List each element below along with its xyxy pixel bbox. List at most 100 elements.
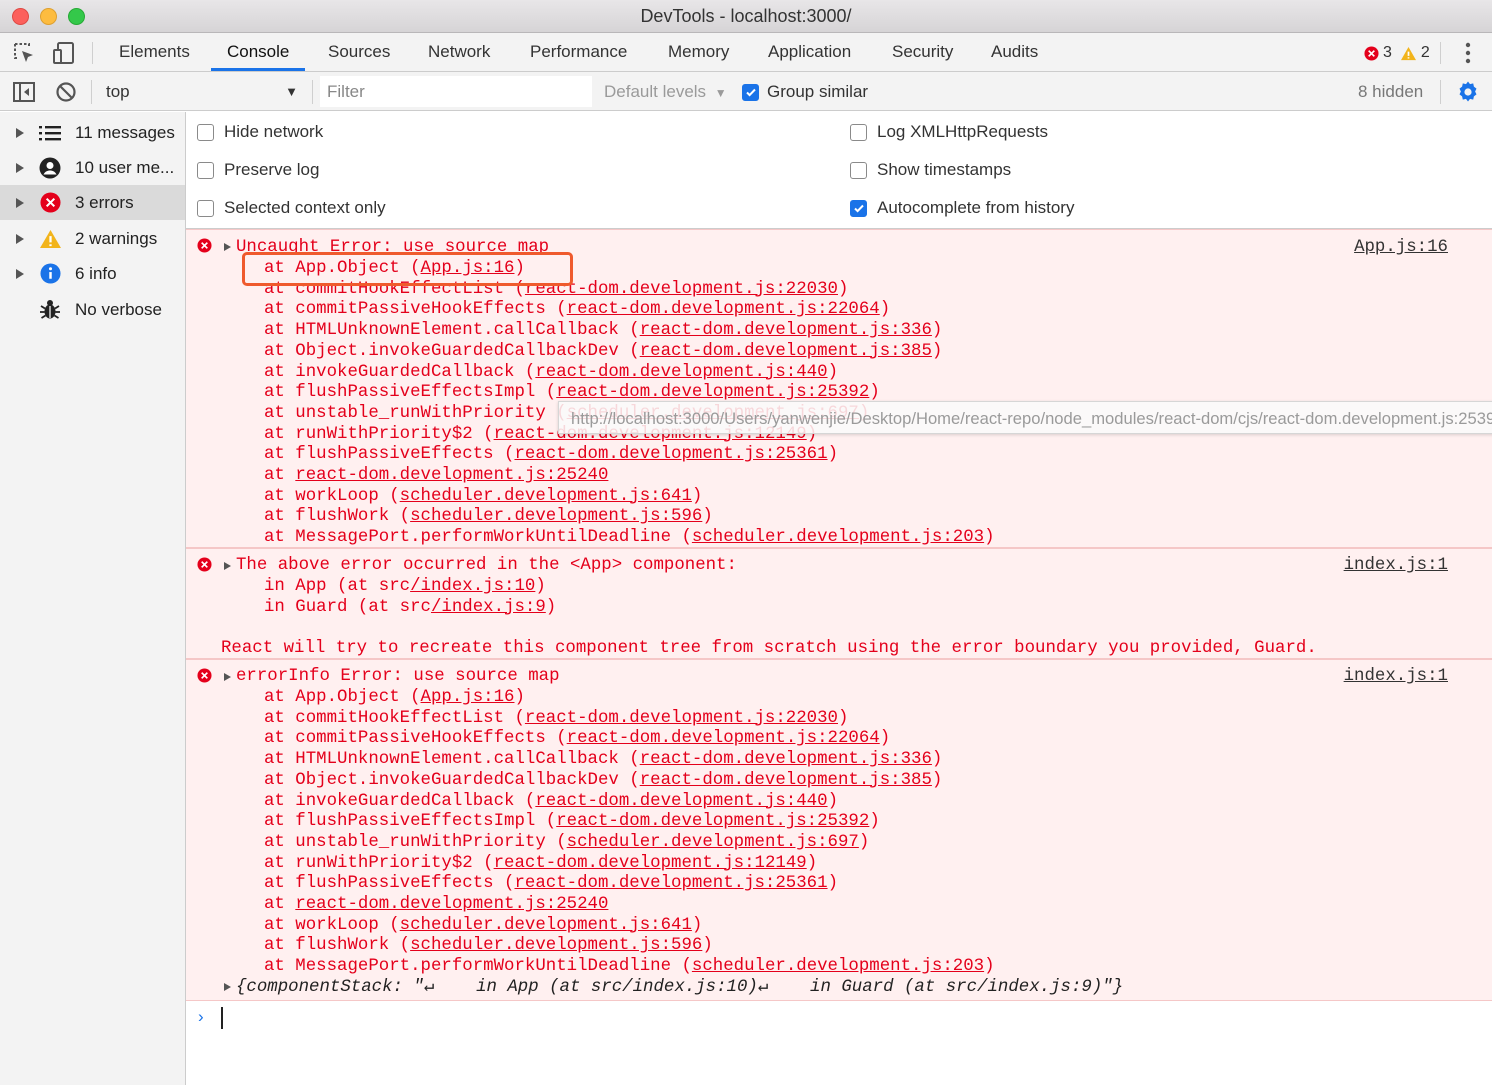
stack-frame-link[interactable]: /index.js:9 [431, 598, 546, 617]
log-xhr-checkbox[interactable] [850, 123, 867, 141]
issue-counter[interactable]: 3 2 [1364, 43, 1430, 63]
message-text[interactable]: The above error occurred in the <App> co… [236, 555, 737, 576]
clear-console-icon[interactable] [54, 80, 78, 104]
stack-frame-suffix: ) [691, 486, 703, 506]
stack-frame-suffix: ) [806, 853, 818, 873]
hide-network-checkbox[interactable] [197, 123, 214, 141]
stack-frame-link[interactable]: react-dom.development.js:12149 [494, 854, 807, 873]
sidebar-item-warnings[interactable]: 2 warnings [0, 221, 185, 256]
message-text[interactable]: errorInfo Error: use source map [236, 666, 560, 687]
filter-input[interactable] [320, 76, 592, 107]
log-levels-dropdown[interactable]: Default levels ▼ [604, 82, 727, 102]
expand-triangle-icon[interactable] [224, 983, 231, 991]
group-similar-checkbox[interactable] [742, 83, 759, 101]
message-source-link[interactable]: index.js:1 [1344, 555, 1448, 576]
stack-frame-link[interactable]: scheduler.development.js:641 [400, 487, 692, 506]
group-similar-toggle[interactable]: Group similar [742, 82, 868, 102]
stack-frame-suffix: ) [931, 321, 943, 341]
expand-triangle-icon[interactable] [224, 562, 231, 570]
tab-application[interactable]: Application [768, 33, 851, 71]
inspect-element-icon[interactable] [11, 40, 37, 66]
hide-network-setting[interactable]: Hide network [197, 122, 323, 142]
stack-frame-link[interactable]: scheduler.development.js:697 [567, 833, 859, 852]
autocomplete-setting[interactable]: Autocomplete from history [850, 198, 1074, 218]
stack-frame-function: at commitPassiveHookEffects ( [264, 300, 567, 320]
sidebar-item-errors[interactable]: 3 errors [0, 185, 185, 220]
stack-frame-link[interactable]: react-dom.development.js:385 [640, 342, 932, 361]
stack-frame-function: at invokeGuardedCallback ( [264, 362, 536, 382]
sidebar-item-user-messages[interactable]: 10 user me... [0, 150, 185, 185]
stack-frame-link[interactable]: react-dom.development.js:25361 [514, 874, 827, 893]
stack-frame-function: at invokeGuardedCallback ( [264, 791, 536, 811]
stack-frame-link[interactable]: scheduler.development.js:641 [400, 916, 692, 935]
console-toolbar: top ▼ Default levels ▼ Group similar 8 h… [0, 72, 1492, 111]
tab-network[interactable]: Network [428, 33, 490, 71]
message-source-link[interactable]: index.js:1 [1344, 666, 1448, 687]
stack-frame-link[interactable]: react-dom.development.js:336 [640, 750, 932, 769]
more-options-icon[interactable] [1460, 41, 1476, 65]
context-selector-value: top [106, 82, 130, 101]
settings-gear-icon[interactable] [1456, 80, 1480, 104]
expand-arrow-icon[interactable] [16, 233, 24, 244]
log-xhr-setting[interactable]: Log XMLHttpRequests [850, 122, 1048, 142]
preserve-log-checkbox[interactable] [197, 161, 214, 179]
tab-performance[interactable]: Performance [530, 33, 627, 71]
stack-frame: in App (at src/index.js:10) [264, 576, 546, 597]
expand-arrow-icon[interactable] [16, 162, 24, 173]
stack-frame-link[interactable]: /index.js:10 [410, 577, 535, 596]
stack-frame-link[interactable]: scheduler.development.js:203 [692, 528, 984, 547]
tab-sources[interactable]: Sources [328, 33, 390, 71]
stack-frame-link[interactable]: scheduler.development.js:203 [692, 957, 984, 976]
tab-audits[interactable]: Audits [991, 33, 1038, 71]
stack-frame-link[interactable]: scheduler.development.js:596 [410, 936, 702, 955]
tab-elements[interactable]: Elements [119, 33, 190, 71]
stack-frame-link[interactable]: react-dom.development.js:385 [640, 771, 932, 790]
expand-triangle-icon[interactable] [224, 673, 231, 681]
stack-frame-link[interactable]: react-dom.development.js:25240 [295, 466, 608, 485]
show-sidebar-icon[interactable] [12, 80, 36, 104]
window-title: DevTools - localhost:3000/ [640, 6, 852, 26]
expand-arrow-icon[interactable] [16, 197, 24, 208]
stack-frame-link[interactable]: react-dom.development.js:22064 [567, 729, 880, 748]
expand-arrow-icon[interactable] [16, 268, 24, 279]
stack-frame-suffix: ) [545, 597, 557, 617]
tab-separator [1440, 42, 1441, 64]
stack-frame-link[interactable]: react-dom.development.js:22030 [525, 709, 838, 728]
context-selector[interactable]: top ▼ [94, 76, 306, 107]
device-toolbar-icon[interactable] [51, 40, 77, 66]
preserve-log-setting[interactable]: Preserve log [197, 160, 319, 180]
component-stack-object[interactable]: {componentStack: "↵ in App (at src/index… [236, 977, 1123, 998]
selected-context-setting[interactable]: Selected context only [197, 198, 386, 218]
console-output[interactable]: Uncaught Error: use source map App.js:16… [186, 229, 1492, 1085]
stack-frame-link[interactable]: react-dom.development.js:25392 [556, 812, 869, 831]
stack-frame-suffix: ) [691, 915, 703, 935]
sidebar-item-verbose[interactable]: No verbose [0, 292, 185, 327]
console-input-caret[interactable] [221, 1007, 223, 1029]
tab-console[interactable]: Console [211, 33, 306, 71]
stack-frame-link[interactable]: react-dom.development.js:336 [640, 321, 932, 340]
stack-frame-link[interactable]: react-dom.development.js:440 [535, 792, 827, 811]
title-bar: DevTools - localhost:3000/ [0, 0, 1492, 33]
tab-security[interactable]: Security [892, 33, 953, 71]
message-source-link[interactable]: App.js:16 [1354, 237, 1448, 258]
stack-frame-link[interactable]: scheduler.development.js:596 [410, 507, 702, 526]
stack-frame-function: at unstable_runWithPriority ( [264, 403, 567, 423]
stack-frame-link[interactable]: App.js:16 [421, 688, 515, 707]
stack-frame: at Object.invokeGuardedCallbackDev (reac… [264, 341, 942, 362]
stack-frame: in Guard (at src/index.js:9) [264, 597, 556, 618]
stack-frame-link[interactable]: react-dom.development.js:22064 [567, 300, 880, 319]
stack-frame-link[interactable]: react-dom.development.js:440 [535, 363, 827, 382]
expand-triangle-icon[interactable] [224, 243, 231, 251]
stack-frame-link[interactable]: react-dom.development.js:25240 [295, 895, 608, 914]
stack-frame-link[interactable]: react-dom.development.js:25392 [556, 383, 869, 402]
expand-arrow-icon[interactable] [16, 127, 24, 138]
sidebar-item-info[interactable]: 6 info [0, 256, 185, 291]
show-timestamps-checkbox[interactable] [850, 161, 867, 179]
show-timestamps-setting[interactable]: Show timestamps [850, 160, 1011, 180]
tab-memory[interactable]: Memory [668, 33, 729, 71]
selected-context-checkbox[interactable] [197, 199, 214, 217]
stack-frame-suffix: ) [514, 688, 525, 707]
sidebar-item-messages[interactable]: 11 messages [0, 115, 185, 150]
stack-frame-link[interactable]: react-dom.development.js:25361 [514, 445, 827, 464]
autocomplete-checkbox[interactable] [850, 199, 867, 217]
